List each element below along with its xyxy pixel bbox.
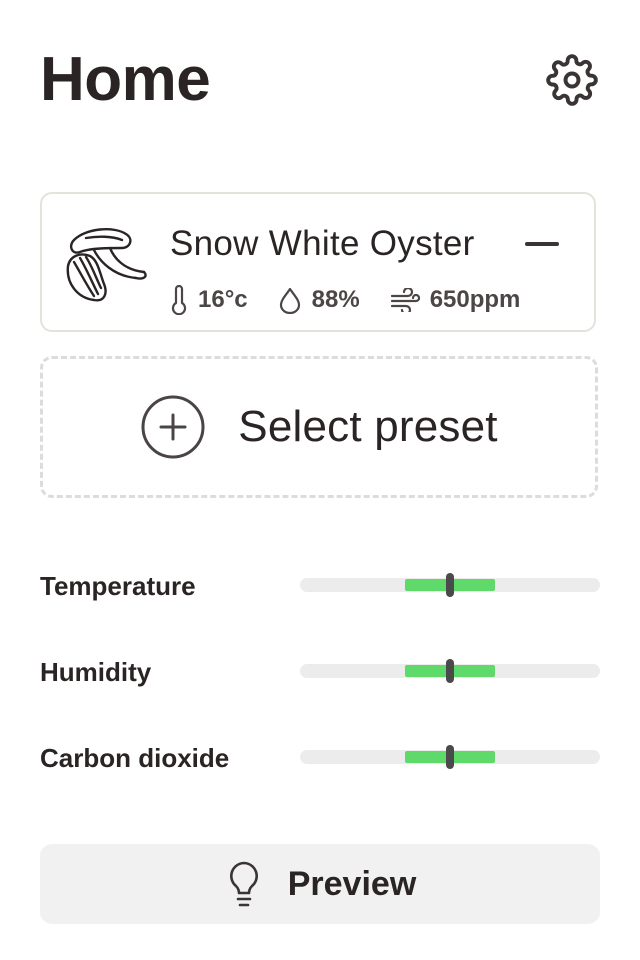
- temperature-slider[interactable]: [300, 573, 600, 597]
- humidity-slider[interactable]: [300, 659, 600, 683]
- remove-preset-button[interactable]: [522, 230, 562, 258]
- humidity-value: 88%: [311, 286, 360, 313]
- humidity-slider-thumb[interactable]: [446, 659, 454, 683]
- control-temperature: Temperature: [40, 566, 600, 606]
- mushroom-icon: [66, 228, 147, 302]
- carbon-dioxide-label: Carbon dioxide: [40, 743, 230, 773]
- page-title: Home: [40, 45, 211, 114]
- stat-co2: 650ppm: [390, 286, 521, 314]
- wind-icon: [390, 288, 420, 312]
- select-preset-button[interactable]: Select preset: [40, 356, 598, 498]
- control-carbon-dioxide: Carbon dioxide: [40, 738, 600, 778]
- temperature-label: Temperature: [40, 571, 196, 601]
- stat-humidity: 88%: [278, 286, 360, 314]
- co2-value: 650ppm: [429, 286, 521, 313]
- select-preset-label: Select preset: [238, 402, 498, 451]
- thermometer-icon: [171, 285, 187, 315]
- preset-stats: 16°c 88% 650ppm: [170, 282, 520, 318]
- carbon-dioxide-slider-thumb[interactable]: [446, 745, 454, 769]
- active-preset-card[interactable]: Snow White Oyster 16°c 88% 650ppm: [40, 192, 596, 332]
- control-humidity: Humidity: [40, 652, 600, 692]
- temperature-slider-thumb[interactable]: [446, 573, 454, 597]
- plus-circle-icon: [141, 395, 205, 459]
- header: Home: [40, 40, 600, 120]
- droplet-icon: [279, 287, 300, 314]
- carbon-dioxide-slider[interactable]: [300, 745, 600, 769]
- preset-name: Snow White Oyster: [170, 224, 475, 263]
- settings-button[interactable]: [544, 52, 600, 108]
- lightbulb-icon: [229, 861, 258, 907]
- minus-icon: [525, 242, 559, 246]
- gear-icon: [546, 54, 598, 106]
- temperature-value: 16°c: [198, 286, 248, 313]
- preview-button[interactable]: Preview: [40, 844, 600, 924]
- preview-label: Preview: [287, 864, 417, 903]
- humidity-label: Humidity: [40, 657, 152, 687]
- stat-temperature: 16°c: [170, 285, 248, 315]
